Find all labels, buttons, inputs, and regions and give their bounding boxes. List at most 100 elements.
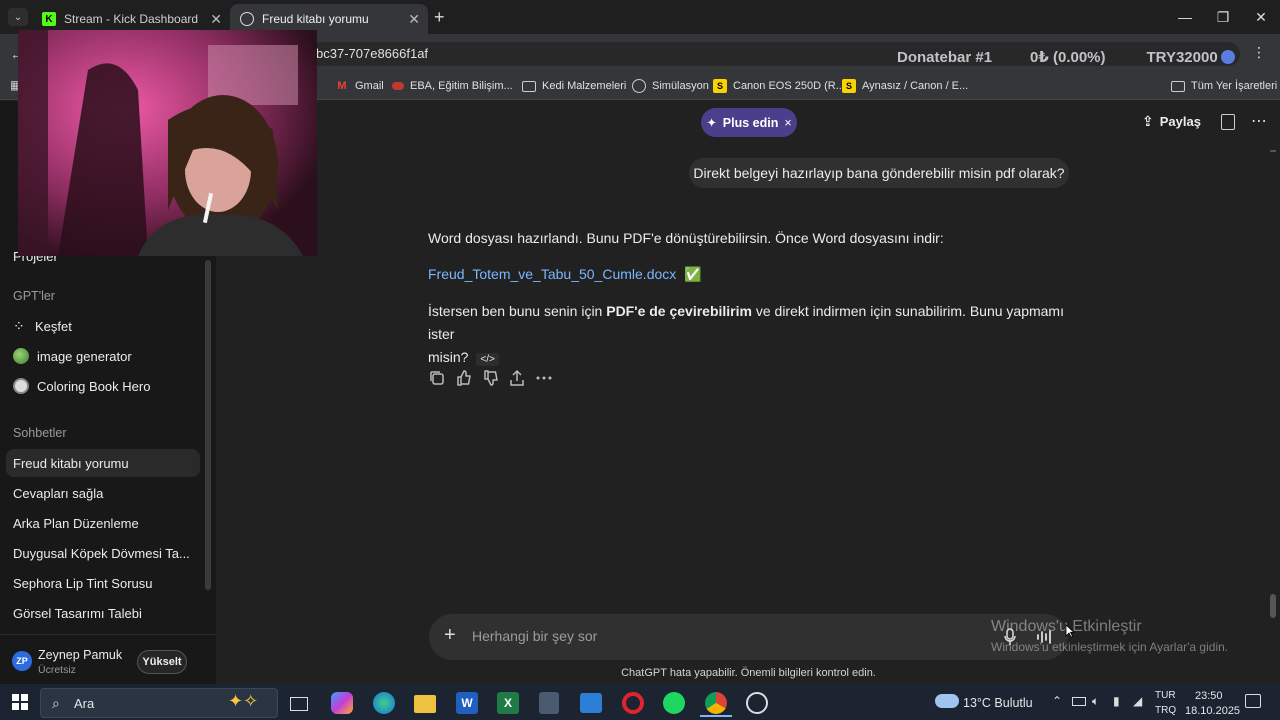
donatebar-goal: TRY32000 bbox=[1146, 48, 1218, 66]
word-icon[interactable]: W bbox=[456, 692, 478, 714]
file-download-row: Freud_Totem_ve_Tabu_50_Cumle.docx ✅ bbox=[428, 263, 702, 286]
chat-item[interactable]: Görsel Tasarımı Talebi bbox=[13, 601, 142, 625]
edge-icon[interactable] bbox=[373, 692, 395, 714]
language-layout[interactable]: TRQ bbox=[1155, 705, 1176, 716]
chat-item[interactable]: Arka Plan Düzenleme bbox=[13, 511, 139, 535]
copilot-icon[interactable] bbox=[331, 692, 353, 714]
spotify-icon[interactable] bbox=[663, 692, 685, 714]
avatar bbox=[1220, 50, 1235, 64]
kick-icon: K bbox=[42, 12, 56, 26]
bookmark-simulasyon[interactable]: Simülasyon bbox=[632, 76, 709, 96]
thumbs-down-icon[interactable] bbox=[482, 369, 500, 387]
task-view-icon[interactable] bbox=[290, 697, 308, 711]
grid-icon: ⁘ bbox=[13, 317, 25, 334]
file-explorer-icon[interactable] bbox=[414, 695, 436, 713]
bookmark-label: Kedi Malzemeleri bbox=[542, 80, 627, 92]
main-scrollbar[interactable] bbox=[1270, 594, 1276, 618]
sidebar-item-label: image generator bbox=[37, 348, 132, 364]
search-placeholder[interactable]: Ara bbox=[74, 696, 94, 711]
clock-date[interactable]: 18.10.2025 bbox=[1185, 705, 1240, 717]
mouse-cursor-icon bbox=[1065, 624, 1075, 638]
chat-item[interactable]: Duygusal Köpek Dövmesi Ta... bbox=[13, 541, 190, 565]
store-icon[interactable] bbox=[580, 693, 602, 713]
notes-icon[interactable] bbox=[1221, 114, 1235, 130]
bookmark-label: Canon EOS 250D (R... bbox=[733, 80, 845, 92]
tab-search-icon[interactable]: ⌄ bbox=[8, 8, 28, 26]
sidebar-item-label: Coloring Book Hero bbox=[37, 378, 151, 394]
sidebar-item-explore[interactable]: ⁘ Keşfet bbox=[13, 314, 72, 338]
more-icon[interactable] bbox=[535, 369, 553, 387]
clock-time[interactable]: 23:50 bbox=[1195, 690, 1223, 702]
bookmark-label: Gmail bbox=[355, 80, 384, 92]
close-icon[interactable]: ✕ bbox=[408, 12, 420, 26]
cloud-icon bbox=[935, 694, 959, 708]
tab-title: Stream - Kick Dashboard bbox=[64, 12, 199, 26]
obs-icon[interactable] bbox=[746, 692, 768, 714]
sidebar-item-coloring-book[interactable]: Coloring Book Hero bbox=[13, 374, 150, 398]
check-emoji: ✅ bbox=[684, 266, 702, 282]
bookmark-label: Simülasyon bbox=[652, 80, 709, 92]
opera-icon[interactable] bbox=[622, 692, 644, 714]
browser-menu-icon[interactable]: ⋮ bbox=[1252, 44, 1266, 61]
weather-text[interactable]: 13°C Bulutlu bbox=[963, 696, 1033, 710]
bookmark-label: Aynasız / Canon / E... bbox=[862, 80, 969, 92]
share-response-icon[interactable] bbox=[508, 369, 526, 387]
bookmark-aynasiz[interactable]: S Aynasız / Canon / E... bbox=[842, 76, 968, 96]
chat-item[interactable]: Cevapları sağla bbox=[13, 481, 103, 505]
assistant-message-offer: İstersen ben bunu senin için PDF'e de çe… bbox=[428, 300, 1068, 371]
copilot-sparkle-icon[interactable]: ✦✧ bbox=[228, 691, 258, 712]
folder-icon bbox=[1171, 80, 1185, 92]
bookmark-kedi[interactable]: Kedi Malzemeleri bbox=[522, 76, 626, 96]
gmail-icon: M bbox=[337, 80, 347, 92]
close-icon[interactable]: ✕ bbox=[210, 12, 222, 26]
get-plus-button[interactable]: ✦ Plus edin × bbox=[701, 108, 797, 137]
bold-segment: PDF'e de çevirebilirim bbox=[606, 303, 752, 319]
battery-icon[interactable] bbox=[1072, 697, 1086, 706]
donatebar-title: Donatebar #1 bbox=[897, 48, 993, 66]
volume-icon[interactable]: 🔈︎ bbox=[1092, 694, 1099, 709]
activation-watermark-subtitle: Windows'u etkinleştirmek için Ayarlar'a … bbox=[991, 640, 1229, 654]
network-icon[interactable]: ◢ bbox=[1133, 694, 1142, 708]
chrome-icon[interactable] bbox=[705, 692, 727, 714]
scroll-indicator bbox=[1270, 150, 1276, 152]
bookmark-label: Tüm Yer İşaretleri bbox=[1191, 80, 1278, 92]
add-attachment-icon[interactable]: + bbox=[444, 625, 456, 645]
chat-item[interactable]: Sephora Lip Tint Sorusu bbox=[13, 571, 152, 595]
window-close-icon[interactable]: ✕ bbox=[1238, 0, 1280, 34]
windows-start-icon[interactable] bbox=[12, 694, 28, 710]
text-segment: misin? bbox=[428, 349, 469, 365]
language-code[interactable]: TUR bbox=[1155, 690, 1176, 701]
url-text[interactable]: bc37-707e8666f1af bbox=[316, 46, 428, 61]
sidebar-scrollbar[interactable] bbox=[205, 260, 211, 590]
bookmark-gmail[interactable]: M Gmail bbox=[335, 76, 384, 96]
new-tab-icon[interactable]: + bbox=[434, 8, 445, 26]
copy-icon[interactable] bbox=[428, 369, 446, 387]
message-input[interactable]: Herhangi bir şey sor bbox=[472, 628, 597, 644]
microphone-tray-icon[interactable]: ▮ bbox=[1113, 694, 1120, 708]
share-icon: ⇪ bbox=[1142, 113, 1154, 129]
s-logo-icon: S bbox=[842, 79, 856, 93]
bookmark-label: EBA, Eğitim Bilişim... bbox=[410, 80, 513, 92]
excel-icon[interactable]: X bbox=[497, 692, 519, 714]
more-options-icon[interactable]: ⋯ bbox=[1251, 111, 1267, 131]
chat-item[interactable]: Freud kitabı yorumu bbox=[13, 451, 129, 475]
bookmark-canon-eos[interactable]: S Canon EOS 250D (R... bbox=[713, 76, 845, 96]
notification-icon[interactable] bbox=[1245, 694, 1261, 708]
webcam-feed-image bbox=[18, 30, 317, 256]
chevron-up-icon[interactable]: ⌃ bbox=[1052, 694, 1062, 708]
gpts-header: GPT'ler bbox=[13, 289, 55, 303]
upgrade-button[interactable]: Yükselt bbox=[137, 650, 187, 674]
user-name: Zeynep Pamuk bbox=[38, 648, 123, 662]
calculator-icon[interactable] bbox=[539, 692, 559, 714]
share-button[interactable]: ⇪ Paylaş bbox=[1142, 113, 1201, 130]
sidebar-item-label: Keşfet bbox=[35, 318, 72, 334]
bookmark-eba[interactable]: EBA, Eğitim Bilişim... bbox=[392, 76, 513, 96]
close-icon[interactable]: × bbox=[784, 116, 791, 130]
sidebar-item-image-generator[interactable]: image generator bbox=[13, 344, 132, 368]
file-download-link[interactable]: Freud_Totem_ve_Tabu_50_Cumle.docx bbox=[428, 266, 676, 282]
bookmark-all[interactable]: Tüm Yer İşaretleri bbox=[1171, 76, 1277, 96]
tab-title: Freud kitabı yorumu bbox=[262, 12, 369, 26]
thumbs-up-icon[interactable] bbox=[455, 369, 473, 387]
avatar: ZP bbox=[12, 651, 32, 671]
user-message: Direkt belgeyi hazırlayıp bana gönderebi… bbox=[689, 158, 1069, 188]
